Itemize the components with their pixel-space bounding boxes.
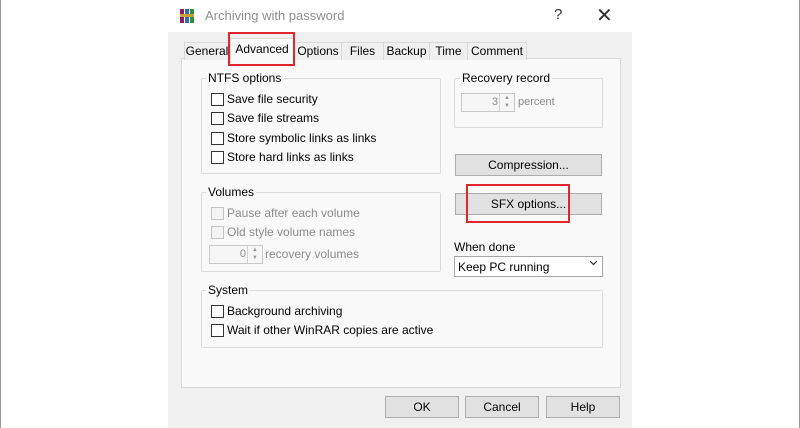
tab-options[interactable]: Options	[294, 42, 342, 60]
close-button[interactable]: ✕	[596, 3, 613, 28]
recovery-volumes-label: recovery volumes	[265, 247, 360, 261]
save-file-security-checkbox[interactable]	[211, 93, 224, 106]
wait-other-copies-label: Wait if other WinRAR copies are active	[227, 323, 434, 337]
background-archiving-checkbox[interactable]	[211, 305, 224, 318]
when-done-selected: Keep PC running	[458, 260, 550, 274]
tab-time[interactable]: Time	[429, 42, 468, 60]
save-file-security-label: Save file security	[227, 92, 318, 106]
background-archiving-label: Background archiving	[227, 304, 343, 318]
recovery-percent-spinner[interactable]: 3 ▲ ▼	[461, 93, 515, 112]
when-done-dropdown[interactable]: Keep PC running	[454, 256, 603, 277]
pause-after-volume-label: Pause after each volume	[227, 206, 360, 220]
tab-backup[interactable]: Backup	[383, 42, 430, 60]
system-group	[201, 290, 603, 348]
window-title: Archiving with password	[205, 8, 345, 23]
recovery-record-title: Recovery record	[460, 71, 553, 85]
recovery-volumes-spinner[interactable]: 0 ▲ ▼	[209, 245, 263, 264]
volumes-title: Volumes	[206, 185, 257, 199]
ok-button[interactable]: OK	[385, 396, 459, 418]
store-hard-links-label: Store hard links as links	[227, 150, 354, 164]
winrar-app-icon	[180, 8, 198, 24]
pause-after-volume-checkbox[interactable]	[211, 207, 224, 220]
cancel-button[interactable]: Cancel	[465, 396, 539, 418]
system-title: System	[206, 283, 251, 297]
store-symbolic-links-checkbox[interactable]	[211, 132, 224, 145]
tab-general[interactable]: General	[184, 42, 230, 60]
spinner-arrows-icon[interactable]: ▲ ▼	[499, 94, 514, 111]
ntfs-options-title: NTFS options	[206, 71, 284, 85]
old-style-names-checkbox[interactable]	[211, 226, 224, 239]
save-file-streams-checkbox[interactable]	[211, 112, 224, 125]
compression-button[interactable]: Compression...	[455, 154, 602, 176]
spinner-arrows-icon[interactable]: ▲ ▼	[247, 246, 262, 263]
when-done-label: When done	[454, 240, 516, 254]
sfx-options-highlight	[466, 184, 570, 223]
advanced-tab-highlight	[228, 32, 295, 66]
store-hard-links-checkbox[interactable]	[211, 151, 224, 164]
help-button[interactable]: Help	[546, 396, 620, 418]
recovery-percent-unit: percent	[518, 96, 555, 108]
recovery-percent-value: 3	[491, 96, 498, 108]
save-file-streams-label: Save file streams	[227, 111, 320, 125]
wait-other-copies-checkbox[interactable]	[211, 324, 224, 337]
tab-files[interactable]: Files	[341, 42, 384, 60]
old-style-names-label: Old style volume names	[227, 225, 356, 239]
tab-comment[interactable]: Comment	[467, 42, 527, 60]
store-symbolic-links-label: Store symbolic links as links	[227, 131, 377, 145]
chevron-down-icon	[590, 260, 597, 266]
recovery-volumes-value: 0	[239, 248, 246, 260]
help-title-button[interactable]: ?	[554, 6, 562, 23]
